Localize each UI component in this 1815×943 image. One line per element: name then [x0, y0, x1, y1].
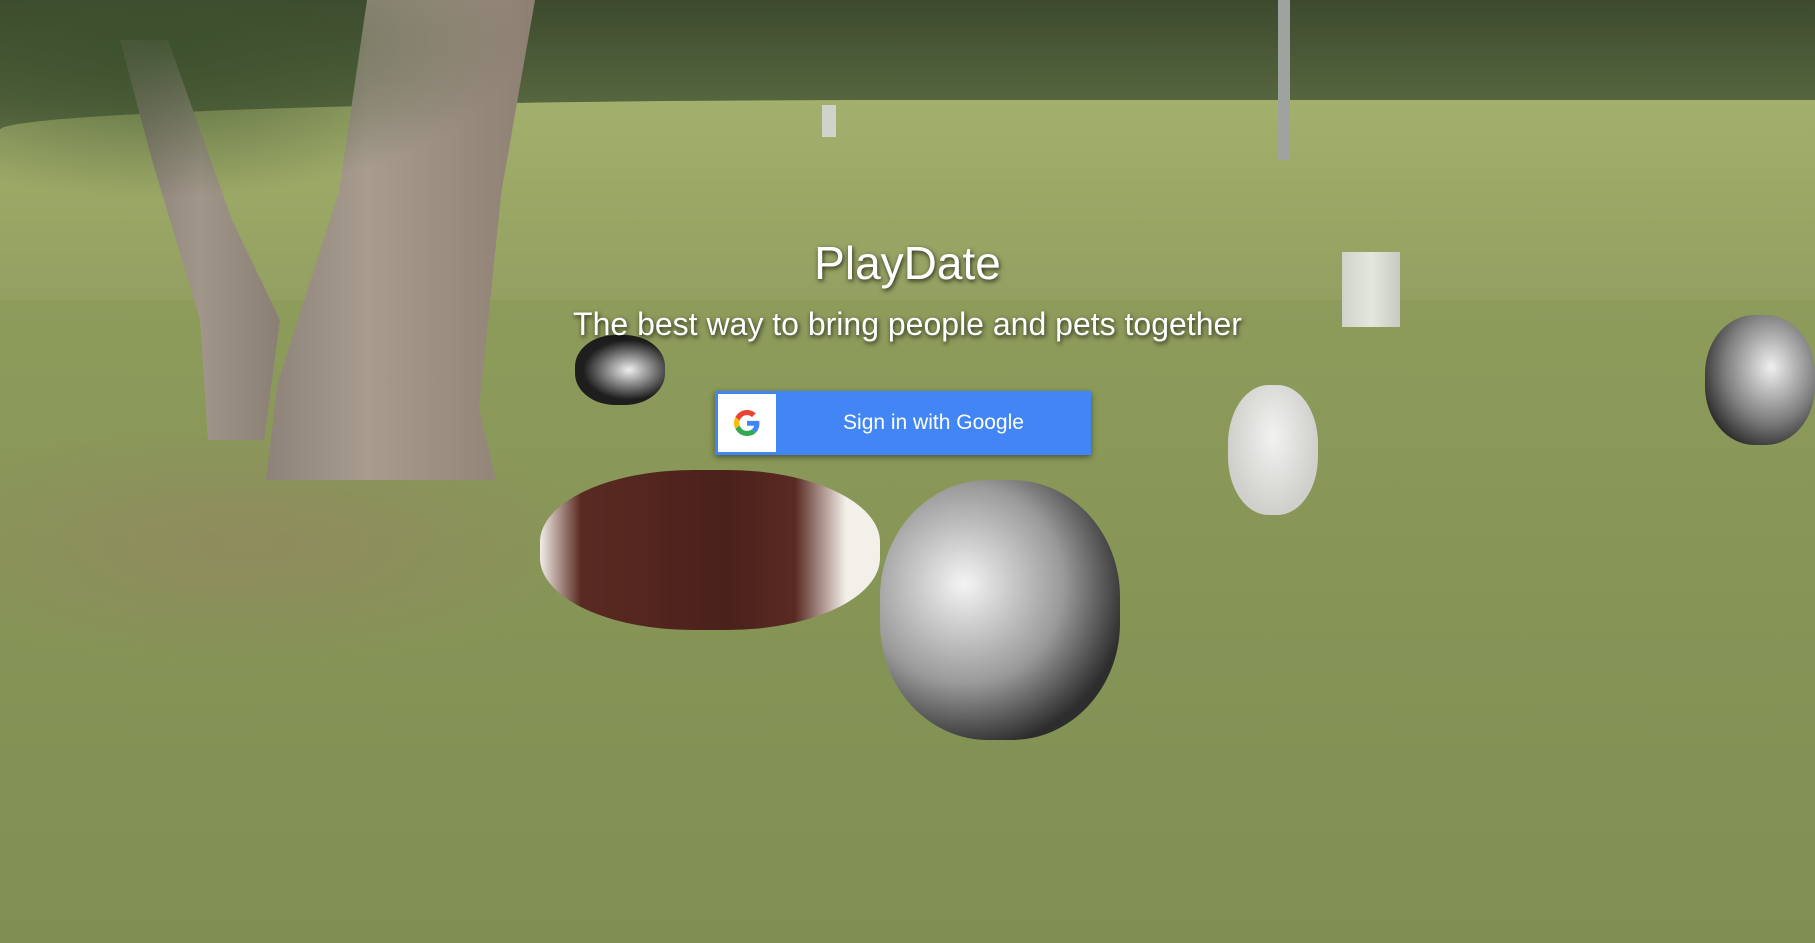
- app-tagline: The best way to bring people and pets to…: [573, 306, 1242, 342]
- background-pole: [1278, 0, 1290, 160]
- google-sign-in-button[interactable]: Sign in with Google: [715, 391, 1091, 455]
- background-post-small: [822, 105, 836, 137]
- landing-page: PlayDate The best way to bring people an…: [0, 0, 1815, 943]
- background-dog-merle: [880, 480, 1120, 740]
- background-dog-white: [1228, 385, 1318, 515]
- background-dog-small: [575, 335, 665, 405]
- google-logo-container: [718, 394, 776, 452]
- background-foliage: [0, 0, 520, 200]
- google-g-icon: [734, 410, 760, 436]
- app-title: PlayDate: [814, 237, 1001, 289]
- background-dog-brown: [540, 470, 880, 630]
- google-sign-in-label: Sign in with Google: [843, 411, 1024, 434]
